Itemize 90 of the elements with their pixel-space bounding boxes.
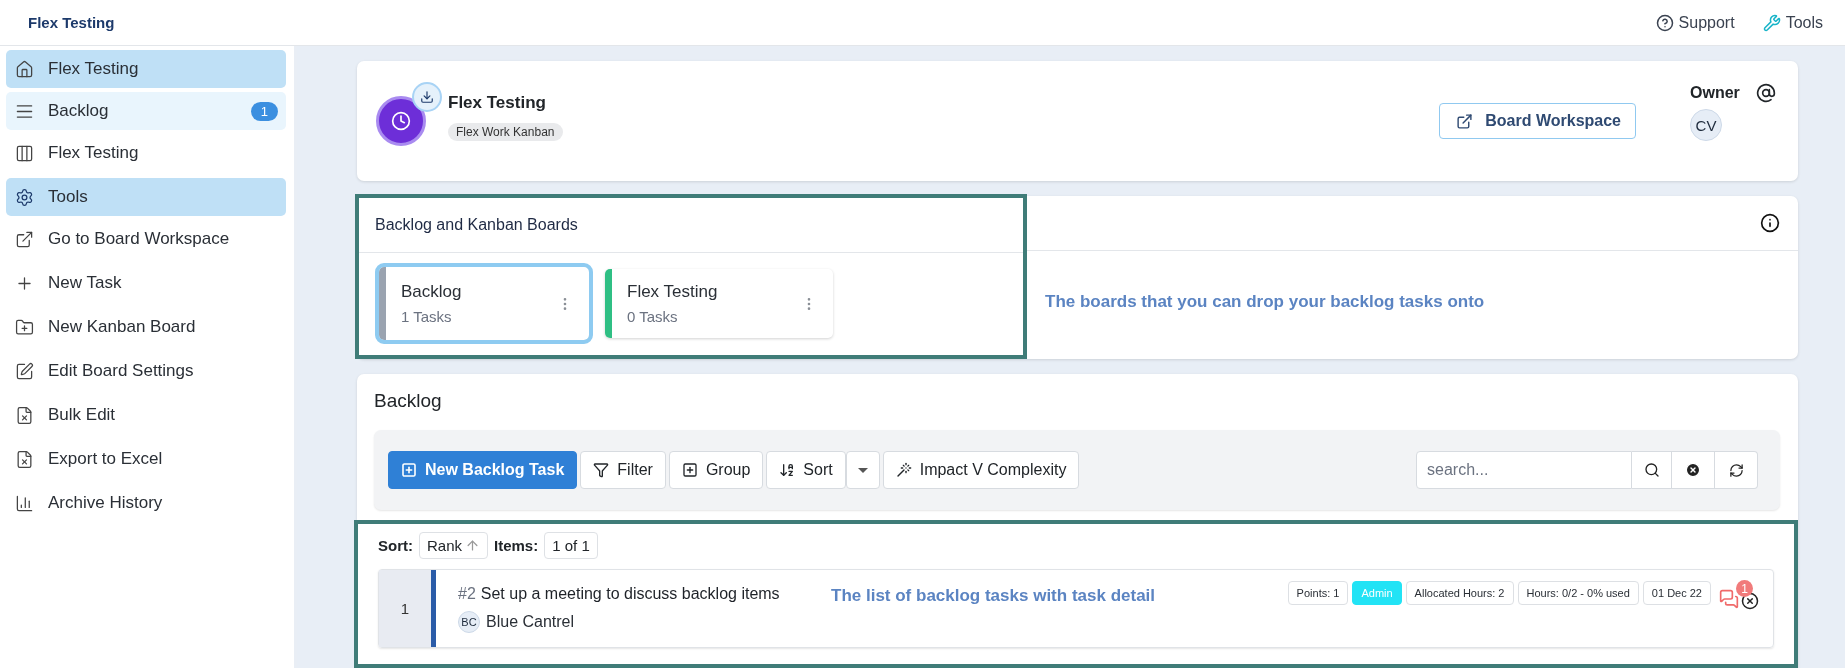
sidebar-item[interactable]: Flex Testing: [6, 134, 286, 172]
clear-icon: [1685, 462, 1701, 478]
owner-label: Owner: [1690, 84, 1740, 102]
sidebar-item-label: Tools: [48, 187, 89, 207]
board-title: Flex Testing: [448, 93, 547, 113]
toolbar-button[interactable]: New Backlog Task: [388, 451, 578, 489]
board-workspace-button[interactable]: Board Workspace: [1439, 103, 1636, 139]
wand-icon: [895, 462, 912, 478]
download-icon: [420, 90, 434, 104]
comment-count-badge: 1: [1736, 580, 1753, 597]
refresh-button[interactable]: [1715, 451, 1758, 489]
sidebar-item-icon: [15, 449, 34, 469]
search-field[interactable]: search...: [1416, 451, 1632, 489]
task-title[interactable]: #2 Set up a meeting to discuss backlog items: [458, 584, 831, 603]
sidebar-item[interactable]: Archive History: [6, 484, 286, 522]
sidebar-item[interactable]: Backlog 1: [6, 92, 286, 130]
assignee-name: Blue Cantrel: [486, 612, 575, 631]
section-title: Backlog and Kanban Boards: [375, 216, 578, 234]
sidebar-item-label: New Task: [48, 273, 123, 293]
rank-number: 1: [379, 570, 436, 647]
task-detail-chip: Points: 1: [1287, 581, 1349, 605]
at-sign-icon[interactable]: [1756, 83, 1776, 103]
items-label: Items:: [494, 537, 539, 554]
plus-icon: [401, 462, 417, 478]
sidebar-item-icon: [15, 361, 34, 381]
annotation-text: The list of backlog tasks with task detail: [831, 586, 1156, 605]
task-detail-chip: Hours: 0/2 - 0% used: [1517, 581, 1639, 605]
sidebar-item[interactable]: Bulk Edit: [6, 396, 286, 434]
sidebar-item-icon: [15, 317, 34, 337]
sidebar-item-label: Backlog: [48, 101, 110, 121]
app-title: Flex Testing: [28, 14, 115, 31]
refresh-icon: [1728, 462, 1744, 478]
board-type-tag: Flex Work Kanban: [448, 123, 563, 141]
sidebar-item-label: Edit Board Settings: [48, 361, 195, 381]
search-button[interactable]: [1632, 451, 1672, 489]
toolbar-button[interactable]: Sort: [766, 451, 846, 489]
sort-label: Sort:: [378, 537, 413, 554]
sidebar-item-icon: [15, 187, 34, 207]
close-icon[interactable]: [1741, 592, 1759, 610]
sidebar-item[interactable]: Edit Board Settings: [6, 352, 286, 390]
sidebar-item[interactable]: New Task: [6, 264, 286, 302]
task-detail-chip: 01 Dec 22: [1642, 581, 1711, 605]
sidebar-item[interactable]: Go to Board Workspace: [6, 220, 286, 258]
sidebar-item-icon: [15, 405, 34, 425]
sidebar-item-label: Flex Testing: [48, 143, 140, 163]
task-detail-chip: Allocated Hours: 2: [1405, 581, 1514, 605]
plus-icon: [681, 462, 698, 478]
task-row[interactable]: 1 #2 Set up a meeting to discuss backlog items BC Blue Cantrel The list of backlog tasks with task detail Points: 1 Admin Allocated Hours: 2 Hours: 0/2 - 0% used 01 Dec 22 1: [378, 569, 1774, 648]
annotation-text: The boards that you can drop your backlog tasks onto: [1045, 292, 1485, 312]
items-count: 1 of 1: [544, 532, 598, 559]
external-link-icon: [1456, 112, 1474, 130]
sidebar-item-label: Archive History: [48, 493, 164, 513]
sidebar-item[interactable]: Export to Excel: [6, 440, 286, 478]
sidebar-item-icon: [15, 143, 34, 163]
sidebar-item[interactable]: New Kanban Board: [6, 308, 286, 346]
sidebar-item[interactable]: Tools: [6, 178, 286, 216]
sidebar-item-label: Export to Excel: [48, 449, 164, 469]
task-count: 1 Tasks: [401, 308, 453, 325]
board-name: Flex Testing: [627, 282, 719, 302]
sort-selector[interactable]: Rank: [419, 532, 489, 559]
help-icon: [1655, 13, 1674, 32]
sidebar-item-icon: [15, 59, 34, 79]
sidebar-item-label: New Kanban Board: [48, 317, 197, 337]
sidebar-item-icon: [15, 493, 34, 513]
sidebar-item-label: Go to Board Workspace: [48, 229, 231, 249]
owner-avatar: CV: [1690, 109, 1722, 141]
toolbar-button[interactable]: Impact V Complexity: [882, 451, 1080, 489]
task-count: 0 Tasks: [627, 308, 679, 325]
search-icon: [1643, 462, 1660, 478]
clear-button[interactable]: [1672, 451, 1715, 489]
toolbar-button[interactable]: Filter: [580, 451, 666, 489]
clock-icon: [391, 111, 411, 131]
board-name: Backlog: [401, 282, 463, 302]
sidebar-item-label: Flex Testing: [48, 59, 140, 79]
board-tile[interactable]: Flex Testing 0 Tasks: [605, 269, 833, 338]
top-link[interactable]: Support: [1655, 13, 1735, 32]
wrench-icon: [1762, 13, 1781, 32]
sidebar-item[interactable]: Flex Testing: [6, 50, 286, 88]
role-tag: Admin: [1352, 581, 1402, 605]
assignee-avatar: BC: [458, 610, 480, 633]
toolbar-button[interactable]: Group: [668, 451, 764, 489]
sidebar-item-label: Bulk Edit: [48, 405, 117, 425]
section-title: Backlog: [374, 390, 443, 412]
info-icon[interactable]: [1760, 213, 1780, 233]
count-badge: 1: [250, 101, 278, 121]
filter-icon: [593, 462, 610, 478]
top-link[interactable]: Tools: [1762, 13, 1823, 32]
sort-icon: [779, 462, 796, 478]
sidebar-item-icon: [15, 229, 34, 249]
download-button[interactable]: [412, 82, 442, 112]
